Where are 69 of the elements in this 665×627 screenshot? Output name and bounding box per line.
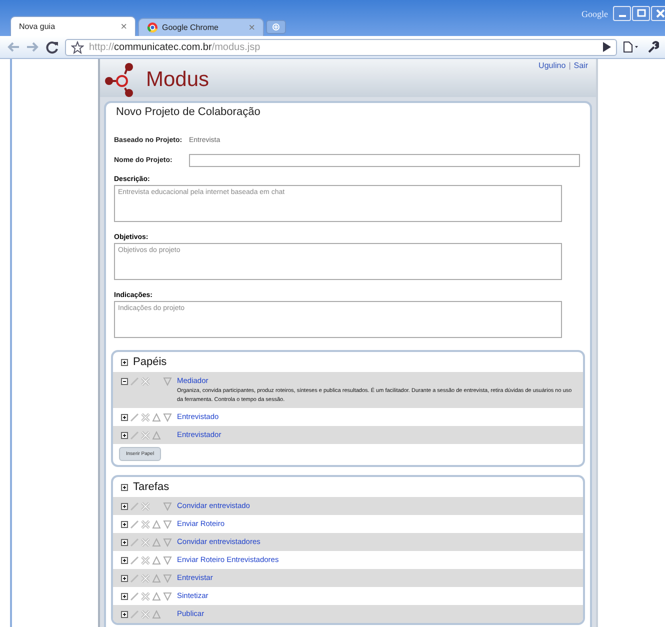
close-button[interactable]	[651, 6, 665, 21]
move-down-icon[interactable]	[163, 502, 172, 510]
new-tab-button[interactable]	[266, 20, 286, 34]
wrench-icon[interactable]	[647, 41, 659, 53]
move-down-icon[interactable]	[163, 520, 172, 528]
play-icon[interactable]	[603, 42, 611, 52]
move-down-icon[interactable]	[163, 412, 172, 422]
expand-icon[interactable]	[121, 502, 128, 510]
tab-close-button[interactable]: ×	[120, 20, 127, 32]
expand-icon[interactable]	[121, 432, 128, 438]
expand-icon[interactable]	[121, 414, 128, 420]
expand-icon[interactable]	[121, 574, 128, 582]
tab-label: Nova guia	[19, 22, 56, 31]
page-menu-icon[interactable]	[623, 41, 641, 53]
user-link[interactable]: Ugulino	[538, 61, 566, 70]
separator: |	[568, 61, 571, 70]
move-down-icon[interactable]	[163, 538, 172, 546]
move-down-icon[interactable]	[163, 556, 172, 564]
expand-icon[interactable]	[121, 556, 128, 564]
name-input[interactable]	[189, 154, 580, 166]
delete-icon[interactable]	[141, 556, 150, 564]
brand-label: Google	[582, 8, 608, 18]
move-up-icon[interactable]	[152, 538, 161, 546]
move-up-icon[interactable]	[152, 574, 161, 582]
plus-icon	[271, 23, 281, 31]
move-up-icon[interactable]	[152, 520, 161, 528]
collapse-icon[interactable]	[121, 378, 128, 384]
expand-icon[interactable]	[121, 484, 128, 490]
minimize-button[interactable]	[613, 6, 631, 21]
delete-icon[interactable]	[141, 376, 150, 386]
delete-icon[interactable]	[141, 592, 150, 600]
expand-icon[interactable]	[121, 538, 128, 546]
delete-icon[interactable]	[141, 538, 150, 546]
maximize-button[interactable]	[632, 6, 650, 21]
back-icon[interactable]	[6, 41, 20, 53]
move-down-icon[interactable]	[163, 574, 172, 582]
star-icon[interactable]	[71, 40, 84, 54]
move-up-icon[interactable]	[152, 592, 161, 600]
move-up-icon[interactable]	[152, 430, 161, 440]
move-up-icon[interactable]	[152, 610, 161, 618]
move-up-icon[interactable]	[152, 412, 161, 422]
url-text: http://communicatec.com.br/modus.jsp	[89, 42, 262, 52]
chrome-icon	[147, 22, 158, 33]
logo-text: Modus	[146, 68, 210, 92]
delete-icon[interactable]	[141, 520, 150, 528]
address-bar[interactable]: http://communicatec.com.br/modus.jsp	[65, 38, 617, 56]
expand-icon[interactable]	[121, 520, 128, 528]
delete-icon[interactable]	[141, 430, 150, 440]
forward-icon[interactable]	[26, 41, 40, 53]
move-down-icon[interactable]	[163, 376, 172, 386]
expand-icon[interactable]	[121, 592, 128, 600]
form-title: Novo Projeto de Colaboração	[115, 105, 262, 120]
delete-icon[interactable]	[141, 412, 150, 422]
delete-icon[interactable]	[141, 502, 150, 510]
expand-icon[interactable]	[121, 358, 128, 366]
logout-link[interactable]: Sair	[574, 61, 588, 70]
section-title: Tarefas	[133, 481, 170, 493]
delete-icon[interactable]	[141, 610, 150, 618]
maximize-icon	[636, 9, 646, 18]
browser-tab[interactable]: Nova guia ×	[10, 16, 136, 36]
reload-icon[interactable]	[46, 40, 59, 54]
browser-tab[interactable]: Google Chrome ×	[138, 18, 264, 36]
expand-icon[interactable]	[121, 610, 128, 618]
move-up-icon[interactable]	[152, 556, 161, 564]
tab-label: Google Chrome	[162, 23, 220, 32]
move-down-icon[interactable]	[163, 592, 172, 600]
close-icon	[656, 9, 664, 18]
section-title: Papéis	[133, 356, 167, 368]
delete-icon[interactable]	[141, 574, 150, 582]
